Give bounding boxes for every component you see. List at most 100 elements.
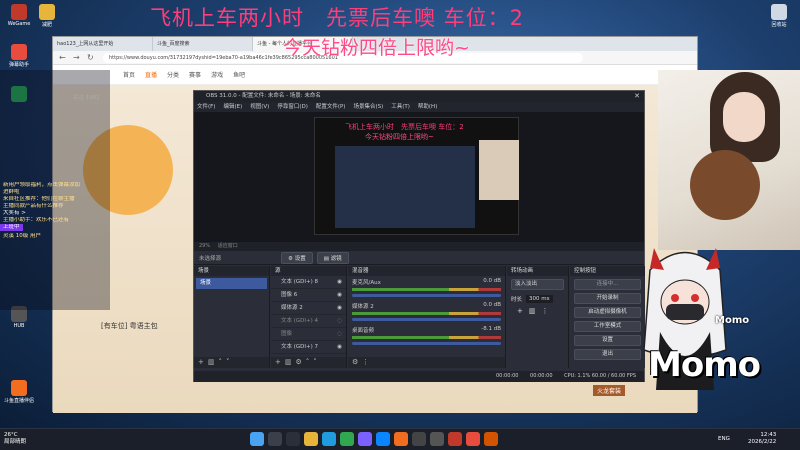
source-settings-button[interactable]: ⚙ 设置 bbox=[281, 251, 313, 264]
gear-icon[interactable]: ⚙ bbox=[352, 358, 362, 366]
transitions-header: 转场动画 bbox=[507, 266, 568, 276]
mixer-header: 混音器 bbox=[348, 266, 505, 276]
chat-line: 主播同款产品有什么推荐 bbox=[3, 203, 64, 209]
store-icon[interactable] bbox=[376, 432, 390, 446]
clock[interactable]: 12:43 2026/2/22 bbox=[748, 432, 776, 446]
trash-icon[interactable]: ▥ bbox=[529, 307, 542, 315]
volume-slider[interactable] bbox=[352, 318, 501, 321]
source-item[interactable]: 文本 (GDI+) 4 ◌ bbox=[271, 315, 346, 328]
mixer-dock: 混音器 麦克风/Aux 0.0 dB 媒体源 2 0.0 dB 桌面音频 -8.1 d… bbox=[348, 266, 506, 368]
mixer-channel: 媒体源 2 0.0 dB bbox=[348, 300, 505, 324]
douyu-taskbar-icon[interactable] bbox=[394, 432, 408, 446]
edge-icon[interactable] bbox=[322, 432, 336, 446]
nav-home[interactable]: 首页 bbox=[123, 70, 135, 79]
app-taskbar-icon[interactable] bbox=[430, 432, 444, 446]
add-icon[interactable]: + bbox=[517, 307, 529, 315]
more-icon[interactable]: ⋮ bbox=[542, 307, 555, 315]
add-icon[interactable]: + bbox=[275, 358, 285, 366]
chat-line: 新用户领取福利，点击弹幕添加 bbox=[3, 182, 81, 188]
file-explorer-icon[interactable] bbox=[304, 432, 318, 446]
source-item[interactable]: 图像 6 ◉ bbox=[271, 289, 346, 302]
search-icon[interactable] bbox=[268, 432, 282, 446]
down-icon[interactable]: ˅ bbox=[313, 358, 321, 366]
obs-taskbar-icon[interactable] bbox=[412, 432, 426, 446]
transition-type-select[interactable]: 淡入淡出 bbox=[511, 279, 564, 290]
source-filter-button[interactable]: ▤ 滤镜 bbox=[316, 251, 349, 264]
eye-icon[interactable]: ◉ bbox=[337, 289, 342, 301]
netease-icon[interactable] bbox=[448, 432, 462, 446]
weather-widget[interactable]: 26°C 局部晴朗 bbox=[4, 432, 26, 446]
menu-tools[interactable]: 工具(T) bbox=[391, 102, 410, 112]
up-icon[interactable]: ˄ bbox=[219, 358, 227, 366]
danmu-helper-desktop-icon[interactable]: 弹幕助手 bbox=[2, 44, 36, 68]
scene-item[interactable]: 场景 bbox=[196, 278, 267, 289]
wechat-icon[interactable] bbox=[340, 432, 354, 446]
webcam-person-face bbox=[723, 92, 765, 142]
sources-toolbar: +▥⚙˄˅ bbox=[271, 357, 346, 368]
app-taskbar-icon-2[interactable] bbox=[466, 432, 480, 446]
scenes-toolbar: +▥˄˅ bbox=[194, 357, 269, 368]
folder-desktop-icon[interactable]: 减肥 bbox=[30, 4, 64, 28]
source-item[interactable]: 文本 (GDI+) 7 ◉ bbox=[271, 341, 346, 354]
nav-live[interactable]: 直播 bbox=[145, 70, 157, 79]
record-timer: 00:00:00 bbox=[530, 373, 553, 379]
eye-off-icon[interactable]: ◌ bbox=[337, 315, 342, 327]
duration-label: 时长 bbox=[511, 297, 523, 303]
preview-zoom[interactable]: 29% bbox=[199, 243, 210, 249]
source-toolbar: 未选择源 ⚙ 设置 ▤ 滤镜 bbox=[194, 251, 644, 265]
nav-games[interactable]: 游戏 bbox=[211, 70, 223, 79]
menu-scene-collection[interactable]: 场景集合(S) bbox=[353, 102, 383, 112]
teams-icon[interactable] bbox=[358, 432, 372, 446]
down-icon[interactable]: ˅ bbox=[226, 358, 234, 366]
menu-file[interactable]: 文件(F) bbox=[197, 102, 215, 112]
menu-docks[interactable]: 停靠窗口(D) bbox=[277, 102, 308, 112]
obs-menu-bar: 文件(F) 编辑(E) 视图(V) 停靠窗口(D) 配置文件(P) 场景集合(S… bbox=[194, 102, 644, 112]
eye-off-icon[interactable]: ◌ bbox=[337, 328, 342, 340]
preview-overlay-text-2: 今天钻粉四倍上限哟~ bbox=[365, 133, 434, 141]
gear-icon[interactable]: ⚙ bbox=[296, 358, 306, 366]
douyu-companion-desktop-icon[interactable]: 斗鱼直播伴侣 bbox=[2, 380, 36, 404]
forward-icon[interactable]: → bbox=[73, 53, 80, 62]
transitions-dock: 转场动画 淡入淡出 时长 300 ms +▥⋮ bbox=[507, 266, 569, 368]
browser-tab[interactable]: hao123_上网从这里开始 bbox=[53, 37, 153, 51]
obs-window: OBS 31.0.0 - 配置文件: 未命名 - 场景: 未命名 ✕ 文件(F)… bbox=[193, 90, 645, 382]
add-icon[interactable]: + bbox=[198, 358, 208, 366]
start-icon[interactable] bbox=[250, 432, 264, 446]
duration-input[interactable]: 300 ms bbox=[526, 295, 553, 303]
task-view-icon[interactable] bbox=[286, 432, 300, 446]
recycle-bin-desktop-icon[interactable]: 回收站 bbox=[762, 4, 796, 28]
preview-camera bbox=[479, 140, 519, 200]
menu-help[interactable]: 帮助(H) bbox=[418, 102, 437, 112]
app-taskbar-icon-3[interactable] bbox=[484, 432, 498, 446]
trash-icon[interactable]: ▥ bbox=[285, 358, 296, 366]
eye-icon[interactable]: ◉ bbox=[337, 276, 342, 288]
browser-tab[interactable]: 斗鱼_百度搜索 bbox=[153, 37, 253, 51]
more-icon[interactable]: ⋮ bbox=[362, 358, 373, 366]
source-item[interactable]: 图像 ◌ bbox=[271, 328, 346, 341]
preview-mode[interactable]: 适应窗口 bbox=[218, 243, 238, 249]
nav-category[interactable]: 分类 bbox=[167, 70, 179, 79]
menu-edit[interactable]: 编辑(E) bbox=[223, 102, 242, 112]
eye-icon[interactable]: ◉ bbox=[337, 341, 342, 353]
source-item[interactable]: 媒体源 2 ◉ bbox=[271, 302, 346, 315]
source-item[interactable]: 文本 (GDI+) 8 ◉ bbox=[271, 276, 346, 289]
no-source-label: 未选择源 bbox=[199, 255, 222, 262]
close-icon[interactable]: ✕ bbox=[634, 92, 640, 100]
eye-icon[interactable]: ◉ bbox=[337, 302, 342, 314]
back-icon[interactable]: ← bbox=[59, 53, 66, 62]
preview-bar: 29% 适应窗口 bbox=[194, 242, 644, 251]
volume-slider[interactable] bbox=[352, 294, 501, 297]
menu-view[interactable]: 视图(V) bbox=[250, 102, 269, 112]
nav-fishbar[interactable]: 鱼吧 bbox=[233, 70, 245, 79]
obs-preview[interactable]: 飞机上车两小时 先票后车噢 车位：2 今天钻粉四倍上限哟~ bbox=[194, 112, 644, 242]
trash-icon[interactable]: ▥ bbox=[208, 358, 219, 366]
weather-desc: 局部晴朗 bbox=[4, 439, 27, 445]
volume-meter bbox=[352, 312, 501, 315]
nav-events[interactable]: 赛事 bbox=[189, 70, 201, 79]
menu-profile[interactable]: 配置文件(P) bbox=[316, 102, 346, 112]
language-indicator[interactable]: ENG bbox=[718, 436, 730, 442]
gift-label[interactable]: 火龙套装 bbox=[593, 385, 626, 396]
volume-slider[interactable] bbox=[352, 342, 501, 345]
refresh-icon[interactable]: ↻ bbox=[87, 53, 94, 62]
volume-meter bbox=[352, 336, 501, 339]
